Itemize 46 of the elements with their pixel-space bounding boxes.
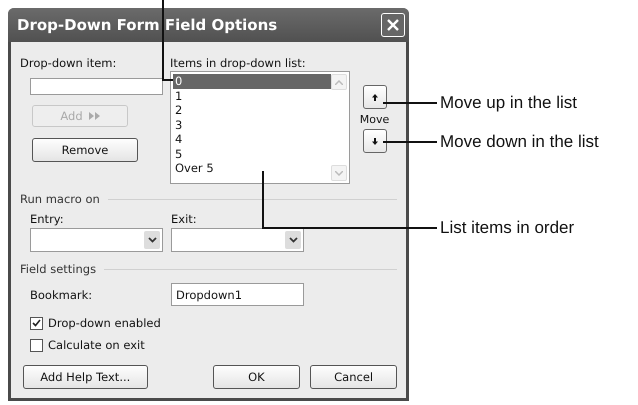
group-heading: Run macro on (20, 192, 100, 206)
field-label: Drop-down item: (20, 56, 118, 70)
callout-text: Move up in the list (440, 93, 578, 113)
close-icon (386, 18, 400, 32)
list-label: Items in drop-down list: (170, 56, 307, 70)
dropdown-field[interactable] (171, 228, 304, 252)
field-label: Bookmark: (30, 288, 94, 302)
window-title: Drop-Down Form Field Options (17, 16, 278, 34)
list-item[interactable]: 5 (173, 146, 331, 161)
list-item[interactable]: 0 (173, 74, 331, 88)
chevron-down-icon (335, 170, 343, 176)
chevron-up-icon (335, 80, 343, 84)
dropdown-field[interactable] (30, 228, 163, 252)
list-item[interactable]: 4 (173, 132, 331, 146)
checkbox-label: Drop-down enabled (48, 316, 161, 330)
arrow-down-icon (372, 138, 378, 144)
callout-text: Move down in the list (440, 132, 599, 152)
chevron-down-icon (148, 237, 156, 243)
checkbox[interactable] (30, 316, 43, 330)
checkbox-label: Calculate on exit (48, 338, 145, 352)
move-label: Move (360, 113, 390, 126)
field-label: Entry: (30, 212, 65, 226)
dialog-button[interactable]: Cancel (310, 365, 397, 389)
list-item[interactable]: 1 (173, 88, 331, 103)
double-arrow-icon (88, 112, 100, 120)
callout-text: List items in order (440, 218, 574, 238)
checkbox[interactable] (30, 338, 43, 352)
input-field[interactable]: Dropdown1 (171, 283, 304, 306)
leader-line (383, 102, 437, 104)
dialog-button[interactable]: Add Help Text... (23, 365, 148, 389)
move-up-button[interactable] (362, 85, 386, 109)
field-label: Exit: (171, 212, 198, 226)
checkmark-icon (32, 319, 41, 327)
list-box[interactable]: 0 1 2 3 4 5 Over 5 (170, 71, 350, 184)
group-heading: Field settings (20, 262, 96, 276)
arrow-up-icon (372, 94, 378, 100)
input-field[interactable] (30, 78, 163, 95)
list-item[interactable]: 3 (173, 118, 331, 132)
dialog-button[interactable]: OK (212, 365, 300, 389)
move-down-button[interactable] (362, 129, 386, 153)
close-button[interactable] (381, 13, 405, 37)
list-item[interactable]: Over 5 (173, 161, 331, 176)
chevron-down-icon (288, 237, 298, 243)
leader-line (383, 141, 437, 143)
list-item[interactable]: 2 (173, 103, 331, 118)
remove-button[interactable]: Remove (32, 138, 138, 162)
